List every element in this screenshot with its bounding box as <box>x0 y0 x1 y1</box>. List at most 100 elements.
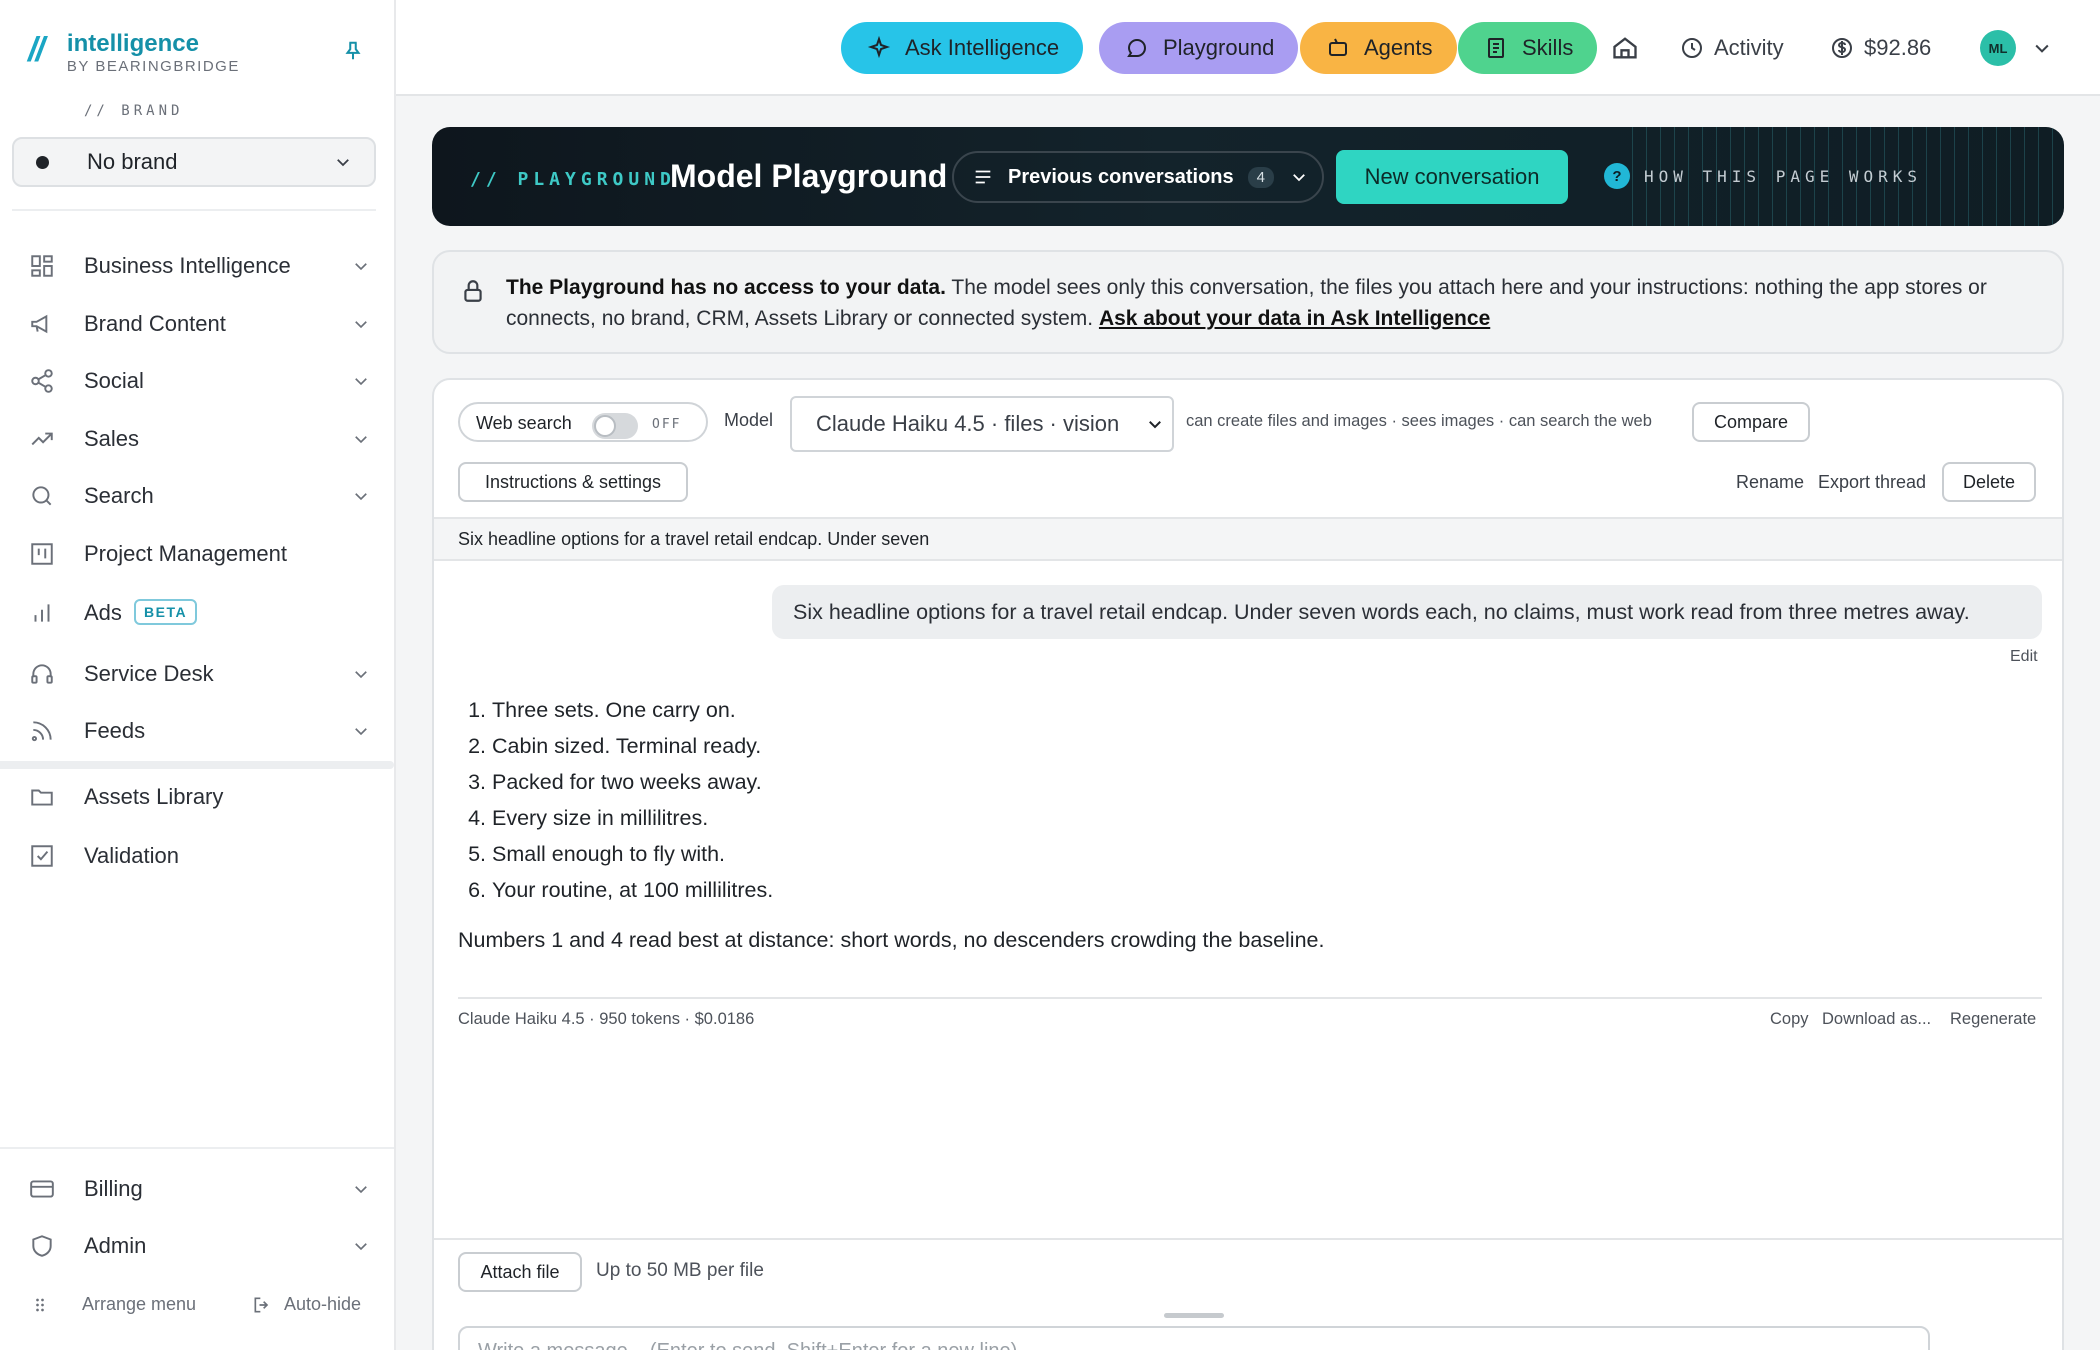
answer-note: Numbers 1 and 4 read best at distance: s… <box>458 928 1325 952</box>
edit-message-link[interactable]: Edit <box>2010 648 2038 666</box>
chevron-down-icon[interactable] <box>2032 38 2052 58</box>
skills-label: Skills <box>1522 35 1574 60</box>
web-search-toggle[interactable]: Web search OFF <box>458 402 708 442</box>
export-thread-link[interactable]: Export thread <box>1818 472 1926 493</box>
nav-feeds[interactable]: Feeds <box>0 705 394 757</box>
delete-button[interactable]: Delete <box>1942 462 2036 502</box>
rename-link[interactable]: Rename <box>1736 472 1804 493</box>
previous-conversations-label: Previous conversations <box>1008 165 1234 188</box>
nav-label: Social <box>84 368 144 393</box>
ask-intelligence-button[interactable]: Ask Intelligence <box>841 22 1084 74</box>
playground-button[interactable]: Playground <box>1099 22 1299 74</box>
chevron-down-icon <box>355 321 367 329</box>
how-this-page-works-link[interactable]: ? HOW THIS PAGE WORKS <box>1604 163 1922 189</box>
arrange-menu-button[interactable]: Arrange menu <box>30 1294 196 1315</box>
nav-project-management[interactable]: Project Management <box>0 528 394 580</box>
activity-link[interactable]: Activity <box>1680 22 1784 74</box>
nav-validation[interactable]: Validation <box>0 830 394 882</box>
nav-label: Assets Library <box>84 784 224 809</box>
folder-icon <box>31 789 53 806</box>
brand-dot-icon <box>36 155 49 169</box>
chat-panel: Web search OFF Model Claude Haiku 4.5 · … <box>432 378 2064 1350</box>
help-icon: ? <box>1604 163 1630 189</box>
bar-chart-icon <box>34 604 50 622</box>
home-icon[interactable] <box>1611 34 1639 62</box>
nav-billing[interactable]: Billing <box>0 1163 394 1215</box>
message-input[interactable]: Write a message... (Enter to send, Shift… <box>458 1326 1930 1350</box>
nav-service-desk[interactable]: Service Desk <box>0 648 394 700</box>
chevron-down-icon <box>355 1243 367 1251</box>
conversation-count-badge: 4 <box>1247 166 1274 188</box>
previous-conversations-button[interactable]: Previous conversations 4 <box>952 151 1324 203</box>
web-search-label: Web search <box>476 413 572 433</box>
attach-file-button[interactable]: Attach file <box>458 1252 582 1292</box>
list-item: Every size in millilitres. <box>492 800 2038 836</box>
regenerate-link[interactable]: Regenerate <box>1950 1010 2036 1029</box>
chevron-down-icon <box>355 436 367 444</box>
compare-button[interactable]: Compare <box>1692 402 1810 442</box>
skills-button[interactable]: Skills <box>1458 22 1598 74</box>
page-title: Model Playground <box>670 158 948 194</box>
avatar[interactable]: ML <box>1980 30 2016 66</box>
logout-icon <box>254 1297 269 1312</box>
drag-handle-icon <box>36 1298 44 1311</box>
resize-handle[interactable] <box>1164 1313 1224 1318</box>
balance-link[interactable]: $92.86 <box>1830 22 1931 74</box>
rss-icon <box>31 721 52 742</box>
logo[interactable]: // intelligence BY BEARINGBRIDGE <box>28 30 240 76</box>
share-icon <box>31 369 53 393</box>
attach-limit-note: Up to 50 MB per file <box>596 1260 764 1281</box>
copy-link[interactable]: Copy <box>1770 1010 1809 1029</box>
how-this-page-works-label: HOW THIS PAGE WORKS <box>1644 166 1923 186</box>
nav-label: Business Intelligence <box>84 253 291 278</box>
checkbox-icon <box>31 845 53 867</box>
list-icon <box>975 170 991 184</box>
nav-label: Admin <box>84 1233 147 1258</box>
auto-hide-button[interactable]: Auto-hide <box>252 1294 361 1315</box>
toggle-switch[interactable] <box>592 413 638 439</box>
book-icon <box>1488 38 1504 58</box>
ask-about-data-link[interactable]: Ask about your data in Ask Intelligence <box>1099 307 1490 330</box>
nav-label: Service Desk <box>84 661 214 686</box>
nav-social[interactable]: Social <box>0 355 394 407</box>
agents-button[interactable]: Agents <box>1300 22 1457 74</box>
grid-icon <box>31 255 53 277</box>
nav-sales[interactable]: Sales <box>0 413 394 465</box>
hero-tag: // PLAYGROUND <box>470 169 676 190</box>
lock-icon <box>464 280 482 302</box>
new-conversation-button[interactable]: New conversation <box>1336 150 1568 204</box>
nav-admin[interactable]: Admin <box>0 1220 394 1272</box>
divider <box>434 1238 2062 1240</box>
pin-icon[interactable] <box>342 40 364 62</box>
search-icon <box>32 486 52 506</box>
brand-select[interactable]: No brand <box>12 137 376 187</box>
nav-brand-content[interactable]: Brand Content <box>0 298 394 350</box>
nav-business-intelligence[interactable]: Business Intelligence <box>0 240 394 292</box>
nav-ads[interactable]: Ads BETA <box>0 587 394 639</box>
logo-subtitle: BY BEARINGBRIDGE <box>66 58 240 75</box>
privacy-notice: The Playground has no access to your dat… <box>432 250 2064 354</box>
download-as-link[interactable]: Download as... <box>1822 1010 1931 1029</box>
robot-icon <box>1329 38 1347 56</box>
list-item: Small enough to fly with. <box>492 836 2038 872</box>
balance-value: $92.86 <box>1864 35 1932 60</box>
chevron-down-icon <box>337 159 349 167</box>
agents-label: Agents <box>1364 35 1433 60</box>
nav-assets-library[interactable]: Assets Library <box>0 771 394 823</box>
section-divider <box>0 761 394 769</box>
model-label: Model <box>724 410 774 430</box>
nav-label: Ads <box>84 600 122 625</box>
list-item: Cabin sized. Terminal ready. <box>492 728 2038 764</box>
model-select[interactable]: Claude Haiku 4.5 · files · vision <box>790 396 1174 452</box>
headline-list: Three sets. One carry on. Cabin sized. T… <box>492 692 2038 908</box>
chevron-down-icon <box>355 728 367 736</box>
message-input-placeholder: Write a message... (Enter to send, Shift… <box>478 1340 1017 1350</box>
instructions-settings-button[interactable]: Instructions & settings <box>458 462 688 502</box>
chevron-down-icon <box>355 378 367 386</box>
chevron-down-icon <box>355 263 367 271</box>
notice-bold: The Playground has no access to your dat… <box>506 276 946 299</box>
toggle-knob <box>594 415 616 437</box>
nav-search[interactable]: Search <box>0 470 394 522</box>
card-icon <box>30 1180 54 1198</box>
thread-title: Six headline options for a travel retail… <box>458 529 930 549</box>
